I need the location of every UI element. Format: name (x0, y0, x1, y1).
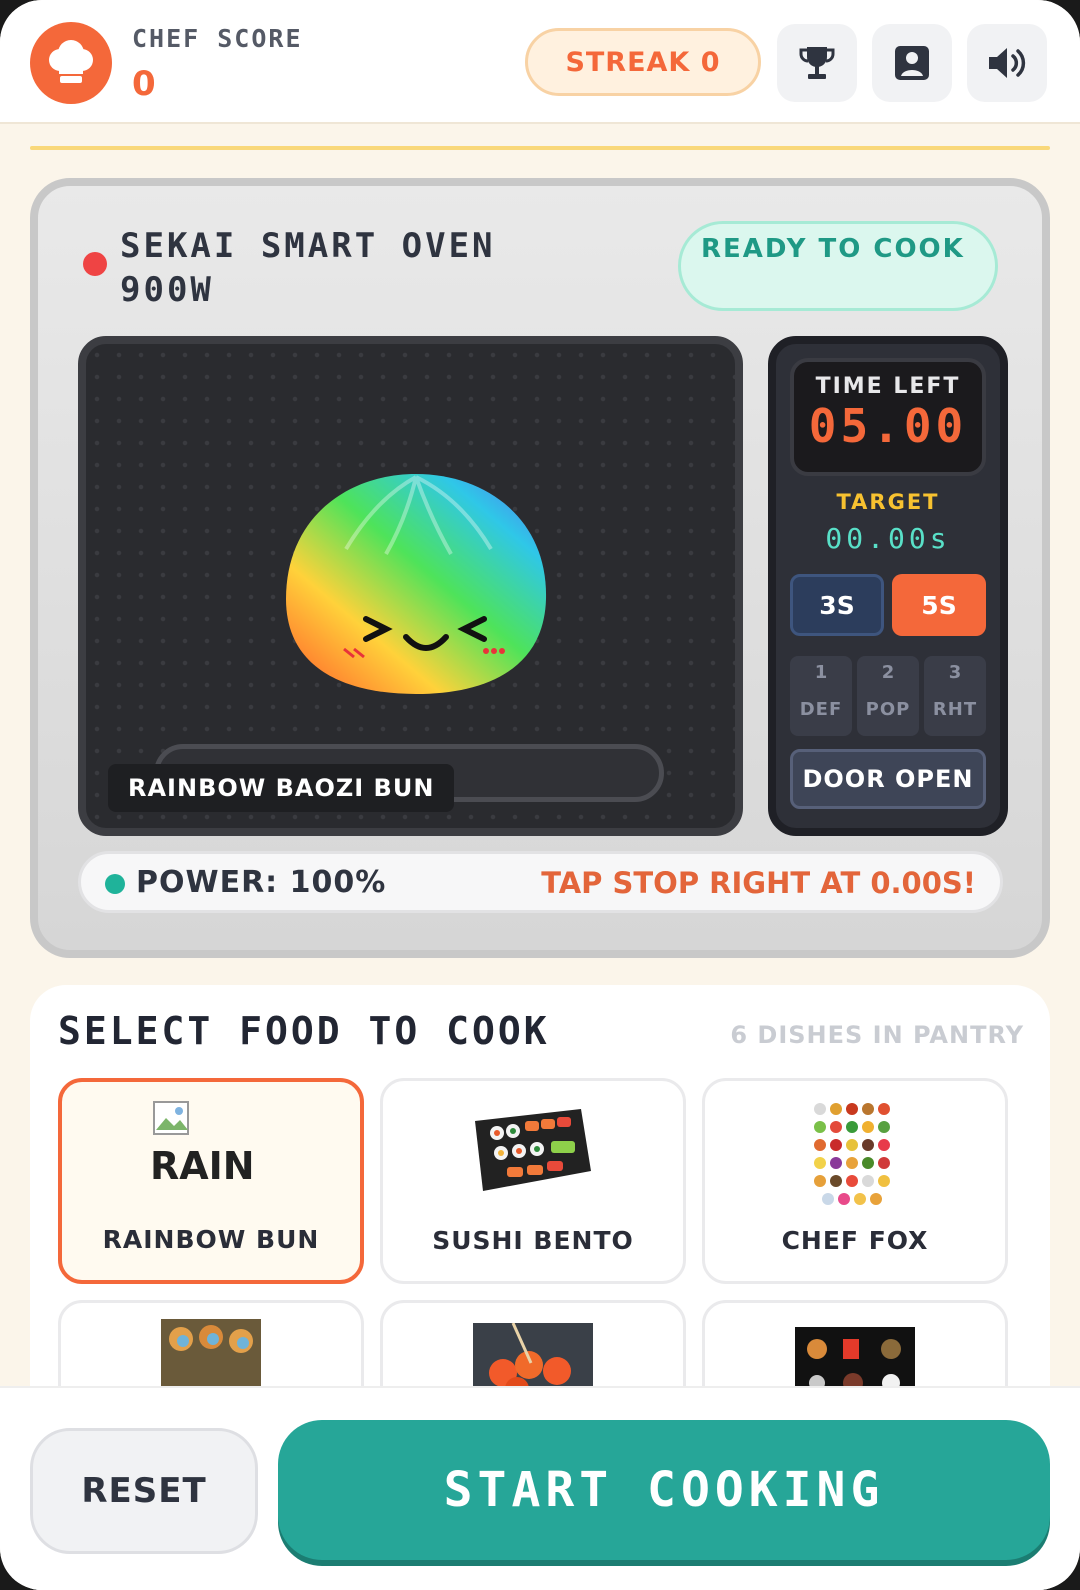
food-section-title: SELECT FOOD TO COOK (58, 1009, 550, 1053)
oven-indicator-dot (83, 252, 107, 276)
time-left-value: 05.00 (808, 399, 968, 453)
header-divider (30, 146, 1050, 150)
food-name: CHEF FOX (781, 1226, 929, 1255)
streak-label: STREAK 0 (565, 46, 721, 78)
oven-window: RAINBOW BAOZI BUN (78, 336, 743, 836)
chef-hat-icon (30, 22, 112, 104)
streak-badge: STREAK 0 (525, 28, 761, 96)
rainbow-bun-image (286, 474, 547, 694)
food-tile-chef-fox[interactable]: CHEF FOX (702, 1078, 1008, 1284)
chef-score-label: CHEF SCORE (132, 24, 303, 53)
food-icons-image (814, 1103, 890, 1205)
sushi-bento-image (475, 1109, 591, 1191)
app-screen: CHEF SCORE 0 STREAK 0 SEKAI SMART OVEN 9… (0, 0, 1080, 1590)
oven-title: SEKAI SMART OVEN 900W (120, 226, 496, 310)
chef-score-value: 0 (132, 64, 156, 104)
time-display: TIME LEFT 05.00 (790, 358, 986, 476)
pantry-count: 6 DISHES IN PANTRY (730, 1021, 1024, 1049)
food-name: SUSHI BENTO (432, 1226, 634, 1255)
food-tile-rainbow-bun[interactable]: RAIN RAINBOW BUN (58, 1078, 364, 1284)
trophy-button[interactable] (777, 24, 857, 102)
profile-button[interactable] (872, 24, 952, 102)
mode-label: DEF (799, 699, 843, 720)
trophy-icon (799, 47, 835, 79)
speaker-icon (989, 48, 1026, 78)
mode-rht-button[interactable]: 3 RHT (924, 656, 986, 736)
control-panel: TIME LEFT 05.00 TARGET 00.00s 3S 5S 1 DE… (768, 336, 1008, 836)
time-left-label: TIME LEFT (815, 374, 961, 399)
mode-pop-button[interactable]: 2 POP (857, 656, 919, 736)
broken-image-icon (153, 1101, 189, 1135)
time-3s-button[interactable]: 3S (790, 574, 884, 636)
door-open-button[interactable]: DOOR OPEN (790, 749, 986, 809)
mode-label: POP (865, 699, 911, 720)
target-label: TARGET (836, 490, 940, 514)
mode-label: RHT (932, 699, 978, 720)
profile-icon (895, 46, 929, 80)
dish-name-tag: RAINBOW BAOZI BUN (108, 764, 455, 812)
broken-image-alt: RAIN (150, 1144, 255, 1184)
sound-button[interactable] (967, 24, 1047, 102)
oven-status-badge: READY TO COOK (678, 221, 998, 311)
power-label: POWER: 100% (136, 865, 387, 900)
target-value: 00.00s (825, 522, 951, 555)
mode-number: 1 (814, 662, 828, 683)
reset-button[interactable]: RESET (30, 1428, 258, 1554)
mode-number: 2 (881, 662, 895, 683)
time-5s-button[interactable]: 5S (892, 574, 986, 636)
mode-def-button[interactable]: 1 DEF (790, 656, 852, 736)
food-tile-sushi-bento[interactable]: SUSHI BENTO (380, 1078, 686, 1284)
power-indicator-dot (105, 874, 125, 894)
top-header: CHEF SCORE 0 STREAK 0 (0, 0, 1080, 124)
action-footer: RESET START COOKING (0, 1386, 1080, 1590)
cook-hint: TAP STOP RIGHT AT 0.00S! (541, 866, 976, 900)
oven-panel: SEKAI SMART OVEN 900W READY TO COOK RAIN… (30, 178, 1050, 958)
oven-status-bar: POWER: 100% TAP STOP RIGHT AT 0.00S! (78, 851, 1003, 913)
mode-number: 3 (948, 662, 962, 683)
start-cooking-button[interactable]: START COOKING (278, 1420, 1050, 1560)
food-name: RAINBOW BUN (102, 1225, 320, 1254)
